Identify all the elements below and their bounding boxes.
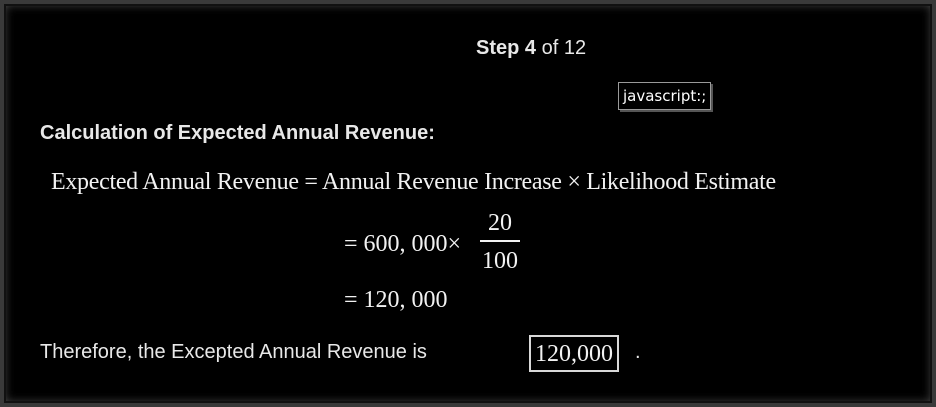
fraction-numerator: 20 xyxy=(488,210,512,236)
conclusion-text: Therefore, the Excepted Annual Revenue i… xyxy=(40,341,427,363)
equation-line-1: Expected Annual Revenue = Annual Revenue… xyxy=(51,169,776,195)
fraction-denominator: 100 xyxy=(482,248,518,274)
step-total: of 12 xyxy=(541,37,587,59)
step-number: 4 xyxy=(524,37,537,59)
link-tooltip: javascript:; xyxy=(618,82,712,110)
equation-line-2: = 600, 000× xyxy=(344,231,462,257)
boxed-answer: 120,000 xyxy=(529,335,619,373)
fraction: 20 100 xyxy=(478,211,522,273)
section-heading: Calculation of Expected Annual Revenue: xyxy=(40,122,435,144)
equation-line-3: = 120, 000 xyxy=(344,287,448,313)
solution-panel: Step 4 of 12 javascript:; Calculation of… xyxy=(0,0,936,407)
step-indicator: Step 4 of 12 xyxy=(476,37,586,60)
step-label: Step xyxy=(476,37,520,59)
conclusion-period: . xyxy=(635,341,641,363)
